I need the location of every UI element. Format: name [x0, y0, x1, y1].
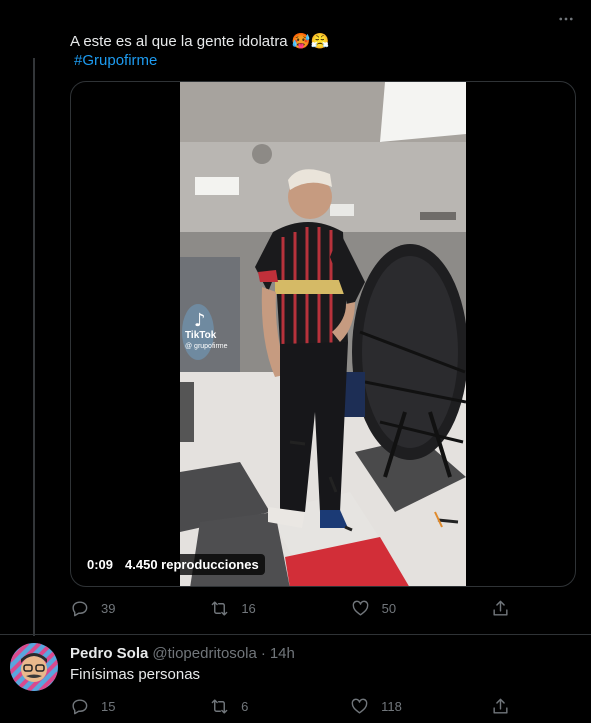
video-duration: 0:09: [87, 557, 114, 572]
tiktok-handle: @ grupofirme: [185, 343, 228, 350]
tiktok-brand: TikTok: [185, 330, 217, 341]
more-horizontal-icon: [559, 17, 573, 21]
like-button[interactable]: 50: [351, 599, 402, 618]
reply-retweet-button[interactable]: 6: [210, 697, 261, 716]
hashtag-link[interactable]: #Grupofirme: [74, 51, 157, 71]
tweet-thread: A este es al que la gente idolatra 🥵😤 #G…: [0, 0, 591, 723]
reply-action-bar: 15 6 118: [70, 697, 510, 716]
reply-reply-count: 15: [101, 699, 116, 714]
heart-icon: [351, 698, 368, 714]
share-icon: [493, 600, 508, 616]
tweet-text: A este es al que la gente idolatra 🥵😤: [70, 31, 329, 52]
reply-button[interactable]: 39: [70, 599, 121, 618]
like-count: 50: [381, 601, 397, 616]
hot-face-emoji: 🥵: [291, 32, 311, 50]
tweet-text-body: A este es al que la gente idolatra: [70, 33, 288, 50]
steam-face-emoji: 😤: [310, 32, 330, 50]
more-options-button[interactable]: [555, 8, 577, 30]
retweet-icon: [211, 601, 228, 616]
thread-connector-line: [33, 58, 35, 636]
reply-retweet-count: 6: [241, 699, 249, 714]
reply-separator: ·: [260, 645, 266, 662]
share-button[interactable]: [491, 599, 510, 618]
reply-count: 39: [101, 601, 116, 616]
share-icon: [493, 698, 508, 714]
reply-icon: [72, 601, 88, 617]
reply-author-name[interactable]: Pedro Sola: [70, 644, 148, 664]
retweet-icon: [211, 699, 228, 714]
tweet-divider: [0, 634, 591, 635]
reply-author-handle[interactable]: @tiopedritosola: [152, 644, 256, 664]
retweet-button[interactable]: 16: [210, 599, 261, 618]
video-meta-badge: 0:09 4.450 reproducciones: [81, 554, 265, 575]
reply-icon: [72, 699, 88, 715]
reply-header: Pedro Sola @tiopedritosola · 14h: [70, 644, 295, 664]
reply-share-button[interactable]: [491, 697, 510, 716]
heart-icon: [352, 600, 369, 616]
video-card[interactable]: ♪ TikTok @ grupofirme 0:09 4.450 reprodu…: [70, 81, 576, 587]
tweet-action-bar: 39 16 50: [70, 599, 510, 618]
avatar-image: [10, 643, 58, 691]
video-views: 4.450 reproducciones: [125, 557, 259, 572]
video-player[interactable]: ♪ TikTok @ grupofirme: [180, 82, 466, 586]
reply-reply-button[interactable]: 15: [70, 697, 121, 716]
avatar[interactable]: [10, 643, 58, 691]
reply-text: Finísimas personas: [70, 666, 201, 683]
reply-timestamp[interactable]: 14h: [270, 644, 295, 664]
reply-like-count: 118: [381, 699, 402, 714]
tiktok-watermark: ♪ TikTok @ grupofirme: [185, 312, 245, 351]
reply-like-button[interactable]: 118: [350, 697, 402, 716]
retweet-count: 16: [241, 601, 256, 616]
tiktok-logo-icon: ♪: [194, 310, 206, 331]
